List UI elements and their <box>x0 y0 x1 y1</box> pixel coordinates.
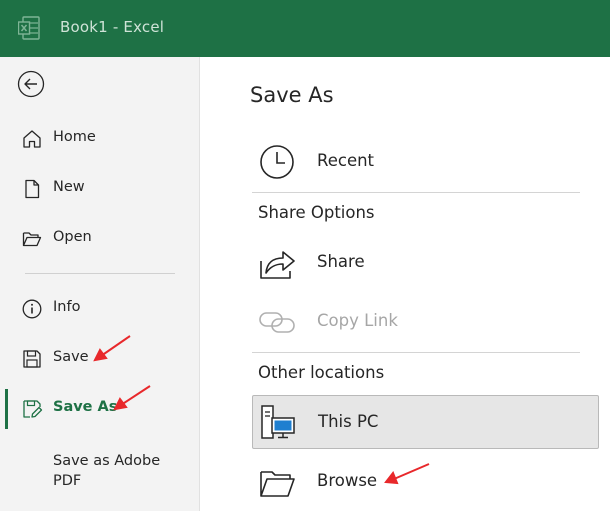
location-label: Recent <box>317 151 375 170</box>
location-browse[interactable]: Browse <box>252 457 598 505</box>
location-copy-link: Copy Link <box>252 297 598 345</box>
section-header-other-locations: Other locations <box>258 363 385 382</box>
location-recent[interactable]: Recent <box>252 137 598 185</box>
new-document-icon <box>25 179 40 199</box>
nav-divider <box>25 273 175 274</box>
home-icon <box>23 130 41 148</box>
nav-item-home[interactable]: Home <box>0 118 199 158</box>
nav-item-label: Save <box>53 349 89 365</box>
nav-item-label: Home <box>53 129 96 145</box>
info-icon <box>22 299 42 319</box>
nav-item-new[interactable]: New <box>0 168 199 208</box>
nav-item-label: New <box>53 179 85 195</box>
nav-item-save-as[interactable]: Save As <box>0 388 199 429</box>
location-label: Browse <box>317 471 378 490</box>
divider <box>252 352 580 353</box>
clock-icon <box>260 145 294 179</box>
divider <box>252 192 580 193</box>
save-as-icon <box>23 400 43 418</box>
excel-app-icon <box>18 16 40 40</box>
nav-item-save-as-adobe-pdf[interactable]: Save as Adobe PDF <box>0 448 199 489</box>
browse-folder-icon <box>260 471 295 497</box>
location-label: This PC <box>318 412 379 431</box>
window-title: Book1 - Excel <box>60 18 165 36</box>
share-icon <box>260 251 295 279</box>
back-arrow-icon[interactable] <box>17 70 45 98</box>
title-bar: Book1 - Excel <box>0 0 610 57</box>
open-folder-icon <box>22 232 42 247</box>
location-label: Copy Link <box>317 311 398 330</box>
backstage-nav: Home New Open Info Save Save As Save as … <box>0 57 200 511</box>
nav-item-open[interactable]: Open <box>0 218 199 258</box>
page-title: Save As <box>250 83 334 107</box>
nav-item-label: Save As <box>53 399 118 415</box>
location-label: Share <box>317 252 365 271</box>
active-indicator <box>5 389 8 429</box>
nav-item-label: Open <box>53 229 92 245</box>
nav-item-label: Info <box>53 299 81 315</box>
nav-item-info[interactable]: Info <box>0 288 199 328</box>
location-this-pc[interactable]: This PC <box>252 395 599 449</box>
save-floppy-icon <box>23 350 41 368</box>
nav-item-label: Save as Adobe PDF <box>53 453 161 489</box>
link-icon <box>259 312 295 333</box>
section-header-share-options: Share Options <box>258 203 375 222</box>
save-as-panel: Save As Recent Share Options Share Copy … <box>200 57 610 511</box>
nav-item-save[interactable]: Save <box>0 338 199 378</box>
this-pc-icon <box>261 405 295 439</box>
location-share[interactable]: Share <box>252 238 598 286</box>
